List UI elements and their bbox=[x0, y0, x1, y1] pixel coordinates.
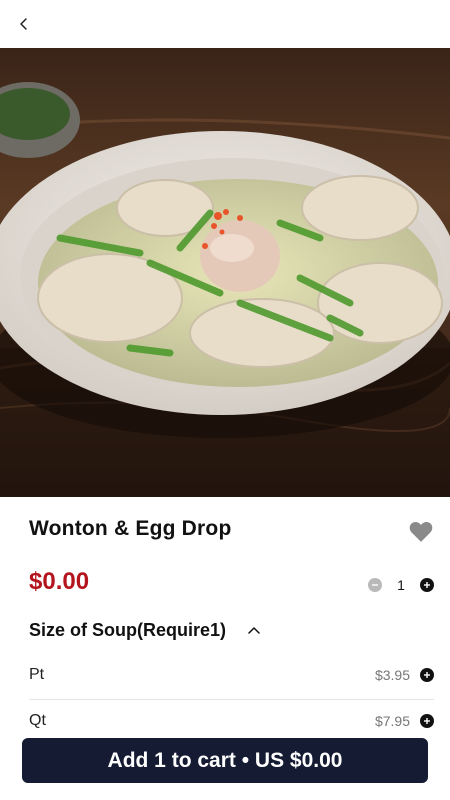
size-option-price: $3.95 bbox=[374, 667, 410, 683]
back-button[interactable] bbox=[12, 12, 36, 36]
size-option-qt[interactable]: Qt $7.95 bbox=[29, 701, 434, 741]
chevron-up-icon[interactable] bbox=[246, 623, 262, 639]
size-section-title: Size of Soup(Require1) bbox=[29, 620, 227, 640]
size-option-label: Pt bbox=[29, 666, 45, 683]
size-option-price: $7.95 bbox=[374, 713, 410, 729]
divider bbox=[29, 699, 434, 700]
decrease-quantity-button[interactable] bbox=[368, 578, 382, 592]
top-bar bbox=[0, 0, 450, 48]
quantity-value: 1 bbox=[397, 577, 405, 593]
minus-icon bbox=[372, 584, 378, 586]
size-option-label: Qt bbox=[29, 712, 46, 729]
plus-icon bbox=[423, 582, 430, 588]
increase-quantity-button[interactable] bbox=[419, 578, 434, 592]
add-option-button[interactable] bbox=[420, 668, 434, 682]
chevron-left-icon bbox=[20, 18, 27, 30]
product-price: $0.00 bbox=[29, 568, 90, 595]
add-option-button[interactable] bbox=[420, 714, 434, 728]
size-option-pt[interactable]: Pt $3.95 bbox=[29, 655, 434, 695]
size-section-header[interactable]: Size of Soup(Require1) bbox=[29, 620, 262, 641]
product-image bbox=[0, 48, 450, 497]
add-to-cart-button[interactable]: Add 1 to cart • US $0.00 bbox=[22, 738, 428, 783]
plus-icon bbox=[424, 718, 430, 724]
quantity-stepper: 1 bbox=[368, 574, 434, 596]
plus-icon bbox=[424, 672, 430, 678]
favorite-button[interactable] bbox=[408, 519, 434, 543]
product-title: Wonton & Egg Drop bbox=[29, 517, 232, 540]
heart-icon bbox=[409, 521, 433, 542]
